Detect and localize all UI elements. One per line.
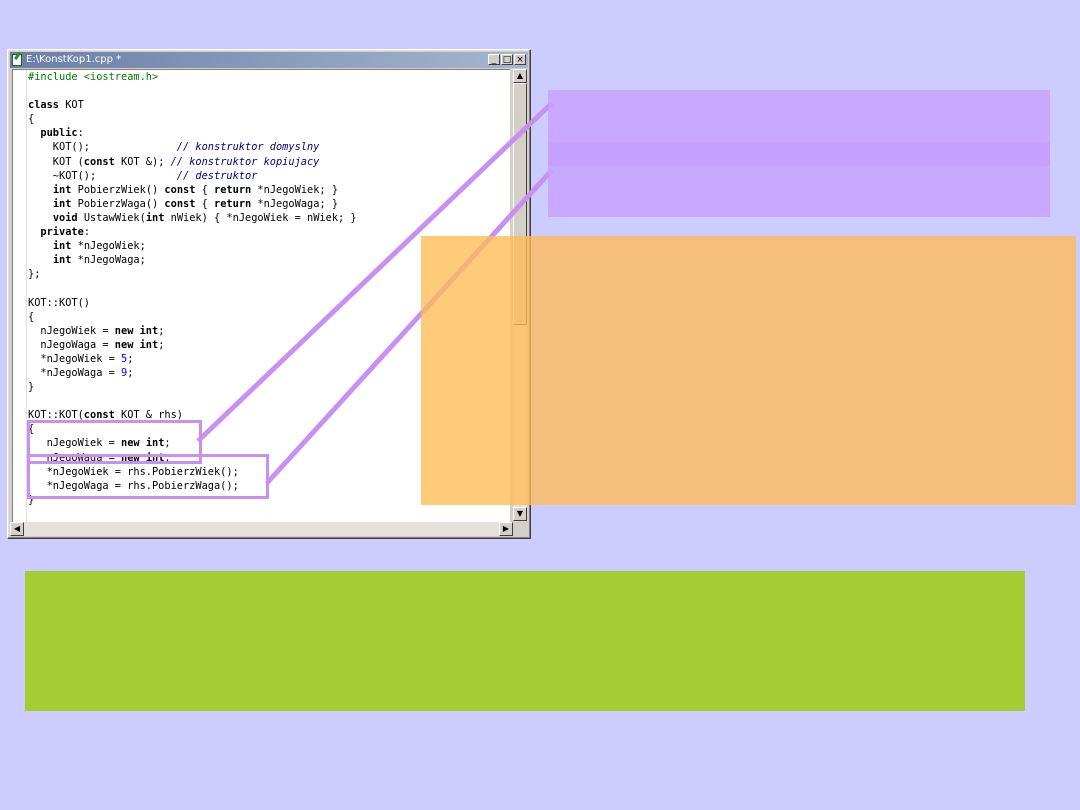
orange-annotation-box xyxy=(421,236,1076,505)
purple-annotation-band xyxy=(548,142,1050,166)
green-annotation-box xyxy=(25,571,1025,711)
